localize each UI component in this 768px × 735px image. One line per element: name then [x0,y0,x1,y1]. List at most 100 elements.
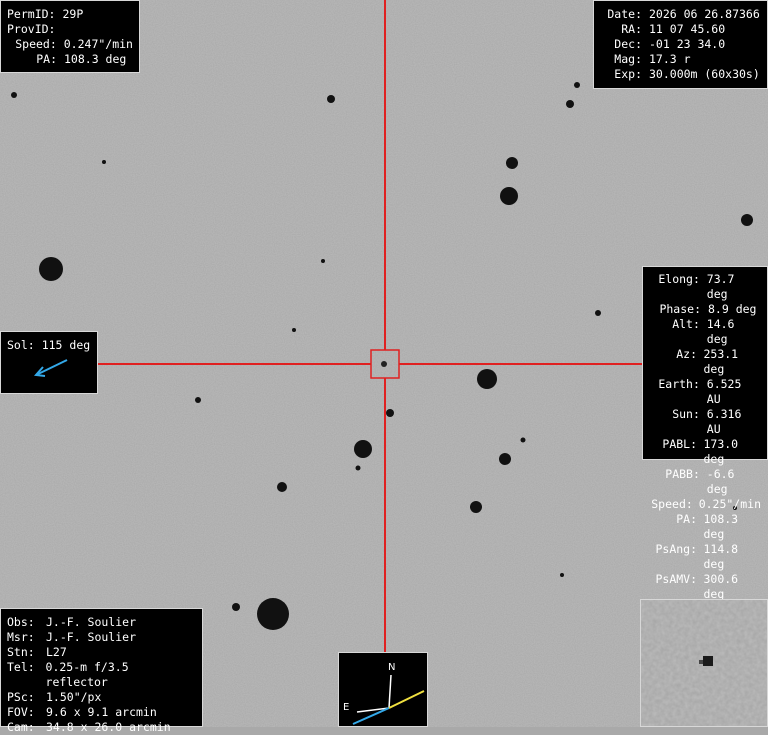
geometry-label: Elong: [658,272,700,286]
geometry-row: PsAMV: 300.6 deg [649,572,761,602]
geometry-label: PABL: [662,437,698,451]
geometry-value: 114.8 deg [703,542,739,571]
geometry-value: -6.6 deg [706,467,735,496]
exp-value: 30.000m (60x30s) [649,67,760,81]
compass-motion-line [388,690,425,709]
star [232,603,240,611]
pa-value: 108.3 deg [64,52,127,66]
observer-label: Cam: [7,720,35,734]
permid-value: 29P [62,7,84,21]
geometry-value: 73.7 deg [706,272,735,301]
star [257,598,289,630]
sol-label: Sol: [7,338,35,352]
observer-row: Msr: J.-F. Soulier [7,630,196,645]
compass-east-label: E [343,702,349,713]
geometry-label: Earth: [658,377,700,391]
mag-label: Mag: [614,52,642,66]
star [595,310,601,316]
geometry-label: PsAng: [655,542,698,556]
mag-value: 17.3 r [649,52,691,66]
observer-row: Obs: J.-F. Soulier [7,615,196,630]
observer-label: Tel: [7,660,35,674]
observer-label: FOV: [7,705,35,719]
date-label: Date: [607,7,642,21]
star [499,453,511,465]
geometry-row: Speed: 0.25"/min [649,497,761,512]
geometry-label: PsAMV: [655,572,698,586]
geometry-value: 253.1 deg [703,347,739,376]
geometry-row: PABB: -6.6 deg [649,467,761,497]
geometry-label: PA: [676,512,698,526]
observer-value: 1.50"/px [46,690,102,704]
observer-row: Stn: L27 [7,645,196,660]
star [500,187,518,205]
geometry-value: 14.6 deg [706,317,735,346]
geometry-value: 6.525 AU [706,377,742,406]
compass-panel: N E [338,652,428,727]
geometry-label: Az: [676,347,698,361]
star [292,328,296,332]
observer-row: Cam: 34.8 x 26.0 arcmin [7,720,196,735]
ra-value: 11 07 45.60 [649,22,726,36]
compass-north-line [388,674,392,709]
star [277,482,287,492]
zoom-thumbnail-image [641,600,767,726]
geometry-row: PABL: 173.0 deg [649,437,761,467]
geometry-row: Phase: 8.9 deg [649,302,761,317]
star [386,409,394,417]
observer-label: Obs: [7,615,35,629]
provid-label: ProvID: [7,22,56,36]
observer-row: Tel: 0.25-m f/3.5 reflector [7,660,196,690]
observer-label: Stn: [7,645,35,659]
ra-label: RA: [621,22,642,36]
star [102,160,106,164]
geometry-label: Speed: [651,497,693,511]
geometry-row: Az: 253.1 deg [649,347,761,377]
geometry-value: 0.25"/min [698,497,761,511]
zoom-thumbnail [640,599,768,727]
target-comet [381,361,387,367]
star [355,465,361,471]
star [566,100,574,108]
comet-pixel [703,656,713,666]
star [506,157,518,169]
geometry-value: 108.3 deg [703,512,739,541]
star [11,92,17,98]
dec-value: -01 23 34.0 [649,37,726,51]
geometry-row: PA: 108.3 deg [649,512,761,542]
exp-label: Exp: [614,67,642,81]
geometry-label: Phase: [659,302,701,316]
observer-value: 0.25-m f/3.5 reflector [45,660,129,689]
geometry-label: Alt: [672,317,700,331]
observer-label: PSc: [7,690,35,704]
geometry-row: Alt: 14.6 deg [649,317,761,347]
observation-info-panel: Date: 2026 06 26.87366 RA: 11 07 45.60 Dec… [593,0,768,89]
observer-label: Msr: [7,630,35,644]
observer-value: 34.8 x 26.0 arcmin [46,720,171,734]
star [327,95,335,103]
observer-value: 9.6 x 9.1 arcmin [46,705,157,719]
sol-value: 115 deg [41,338,91,352]
pa-label: PA: [36,52,57,66]
geometry-row: PsAng: 114.8 deg [649,542,761,572]
observer-value: L27 [46,645,67,659]
speed-label: Speed: [15,37,57,51]
compass-icon: N E [343,662,425,725]
star [520,437,526,443]
geometry-value: 8.9 deg [708,302,757,316]
speed-value: 0.247"/min [63,37,133,51]
star [574,82,580,88]
dec-label: Dec: [614,37,642,51]
observer-row: FOV: 9.6 x 9.1 arcmin [7,705,196,720]
comet-pixel [699,660,703,664]
observer-value: J.-F. Soulier [46,630,137,644]
date-value: 2026 06 26.87366 [649,7,760,21]
permid-label: PermID: [7,7,56,21]
geometry-value: 6.316 AU [706,407,742,436]
geometry-row: Earth: 6.525 AU [649,377,761,407]
observer-panel: Obs: J.-F. Soulier Msr: J.-F. Soulier Stn:… [0,608,203,734]
star [560,573,564,577]
geometry-panel: Elong: 73.7 deg Phase: 8.9 deg Alt: 14.6 de… [642,266,768,601]
star [321,259,325,263]
compass-north-label: N [388,662,395,673]
